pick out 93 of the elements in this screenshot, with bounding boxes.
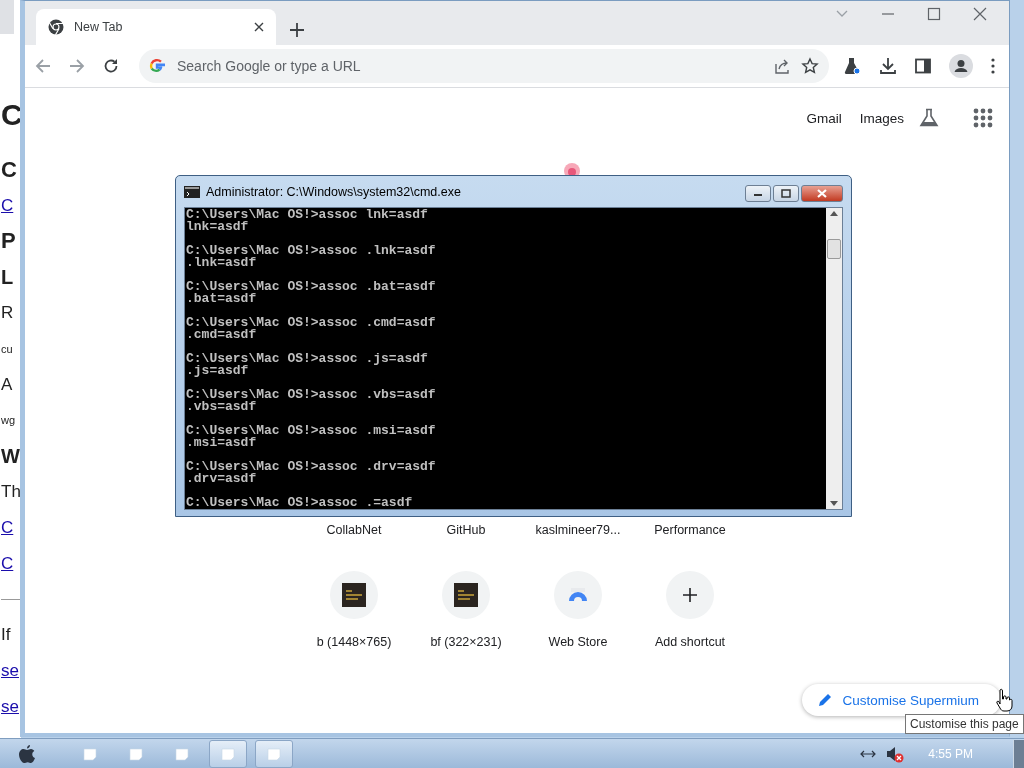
paragraph-text: cu <box>1 342 13 355</box>
heading: W <box>1 444 20 468</box>
scroll-up-icon[interactable] <box>830 211 838 216</box>
thumbnail-icon <box>454 583 478 607</box>
paragraph-text: R <box>1 303 14 324</box>
profile-avatar-icon[interactable] <box>949 54 973 78</box>
shortcut-button[interactable] <box>442 571 490 619</box>
console-line: C:\Users\Mac OS!>assoc .lnk=asdf <box>186 245 437 257</box>
browser-tab[interactable]: New Tab <box>36 9 276 45</box>
scrollbar-thumb[interactable] <box>827 238 841 259</box>
shortcut-label[interactable]: b (1448×765) <box>316 635 392 649</box>
pencil-icon <box>818 693 833 707</box>
shortcut-button[interactable] <box>330 571 378 619</box>
link[interactable]: se <box>1 696 19 717</box>
header-link[interactable]: Images <box>856 106 907 130</box>
console-output: .lnk=asdf <box>186 257 258 269</box>
console-output: .drv=asdf <box>186 473 258 485</box>
console-output: .bat=asdf <box>186 293 258 305</box>
paragraph-text: wg <box>1 414 16 427</box>
speaker-muted-icon[interactable] <box>886 744 905 763</box>
add-shortcut-button[interactable] <box>666 571 714 619</box>
console-output: .cmd=asdf <box>186 329 258 341</box>
more-menu-icon[interactable] <box>991 58 995 74</box>
console-line: C:\Users\Mac OS!>assoc lnk=asdf <box>186 209 429 221</box>
shortcut-label[interactable]: bf (322×231) <box>430 635 502 649</box>
console-output: lnk=asdf <box>186 221 250 233</box>
heading: C <box>1 98 21 132</box>
side-panel-icon[interactable] <box>915 58 931 74</box>
heading: C <box>1 156 17 183</box>
shortcut-label[interactable]: Performance <box>654 523 726 537</box>
shortcut-label[interactable]: CollabNet <box>326 523 382 537</box>
shortcut-label[interactable]: kaslmineer79... <box>535 523 621 537</box>
tooltip: Customise this page <box>905 714 1024 734</box>
heading: P <box>1 228 16 255</box>
console-line: C:\Users\Mac OS!>assoc .cmd=asdf <box>186 317 437 329</box>
paragraph-text: If <box>1 625 11 646</box>
show-desktop-button[interactable] <box>1013 739 1024 768</box>
chrome-logo-icon <box>48 19 64 35</box>
maximize-button[interactable] <box>773 185 799 202</box>
console-line: C:\Users\Mac OS!>assoc .msi=asdf <box>186 425 437 437</box>
window-icon <box>129 746 143 761</box>
close-icon <box>815 188 829 199</box>
console-line: C:\Users\Mac OS!>assoc .=asdf <box>186 497 414 509</box>
thumbnail-icon <box>342 583 366 607</box>
console-line: C:\Users\Mac OS!>assoc .drv=asdf <box>186 461 437 473</box>
window-icon <box>267 746 281 761</box>
close-icon[interactable] <box>254 22 264 32</box>
shortcut-label[interactable]: Add shortcut <box>654 635 726 649</box>
console-output: .msi=asdf <box>186 437 258 449</box>
maximize-icon[interactable] <box>927 7 941 21</box>
apple-logo-icon[interactable] <box>19 744 35 763</box>
console-line: C:\Users\Mac OS!>assoc .js=asdf <box>186 353 429 365</box>
google-logo-icon <box>149 58 165 74</box>
flask-icon[interactable] <box>919 108 939 128</box>
address-bar[interactable]: Search Google or type a URL <box>139 49 829 83</box>
scroll-down-icon[interactable] <box>830 501 838 506</box>
header-link[interactable]: Gmail <box>803 106 845 130</box>
tab-strip-background <box>0 0 14 34</box>
star-icon[interactable] <box>801 57 819 75</box>
link[interactable]: C <box>1 553 14 574</box>
back-arrow-icon[interactable] <box>35 58 51 74</box>
forward-arrow-icon[interactable] <box>69 58 85 74</box>
network-arrows-icon[interactable] <box>860 748 877 759</box>
close-button[interactable] <box>801 185 843 202</box>
console-output: .vbs=asdf <box>186 401 258 413</box>
paragraph-text: A <box>1 374 13 395</box>
shortcut-label[interactable]: GitHub <box>446 523 486 537</box>
address-field[interactable]: Search Google or type a URL <box>175 57 763 75</box>
web-store-icon <box>568 588 588 602</box>
heading: L <box>1 265 14 289</box>
minimize-button[interactable] <box>745 185 771 202</box>
console-line: C:\Users\Mac OS!>assoc .vbs=asdf <box>186 389 437 401</box>
share-icon[interactable] <box>773 57 791 75</box>
window-icon <box>221 746 235 761</box>
window-icon <box>83 746 97 761</box>
console-output: .js=asdf <box>186 365 250 377</box>
link[interactable]: C <box>1 517 14 538</box>
download-icon[interactable] <box>879 57 897 75</box>
console-line: C:\Users\Mac OS!>assoc .bat=asdf <box>186 281 437 293</box>
window-title: Administrator: C:\Windows\system32\cmd.exe <box>206 184 462 199</box>
paragraph-text: Th <box>1 482 21 503</box>
restore-icon <box>779 188 793 199</box>
window-icon <box>175 746 189 761</box>
apps-grid-icon[interactable] <box>973 108 993 128</box>
console-icon <box>184 185 200 198</box>
plus-icon <box>683 588 697 602</box>
new-tab-icon[interactable] <box>290 23 304 37</box>
link[interactable]: C <box>1 195 14 216</box>
shortcut-label[interactable]: Web Store <box>548 635 608 649</box>
flask-icon[interactable] <box>843 57 861 75</box>
reload-icon[interactable] <box>103 58 119 74</box>
close-icon[interactable] <box>973 7 987 21</box>
link[interactable]: se <box>1 661 19 682</box>
